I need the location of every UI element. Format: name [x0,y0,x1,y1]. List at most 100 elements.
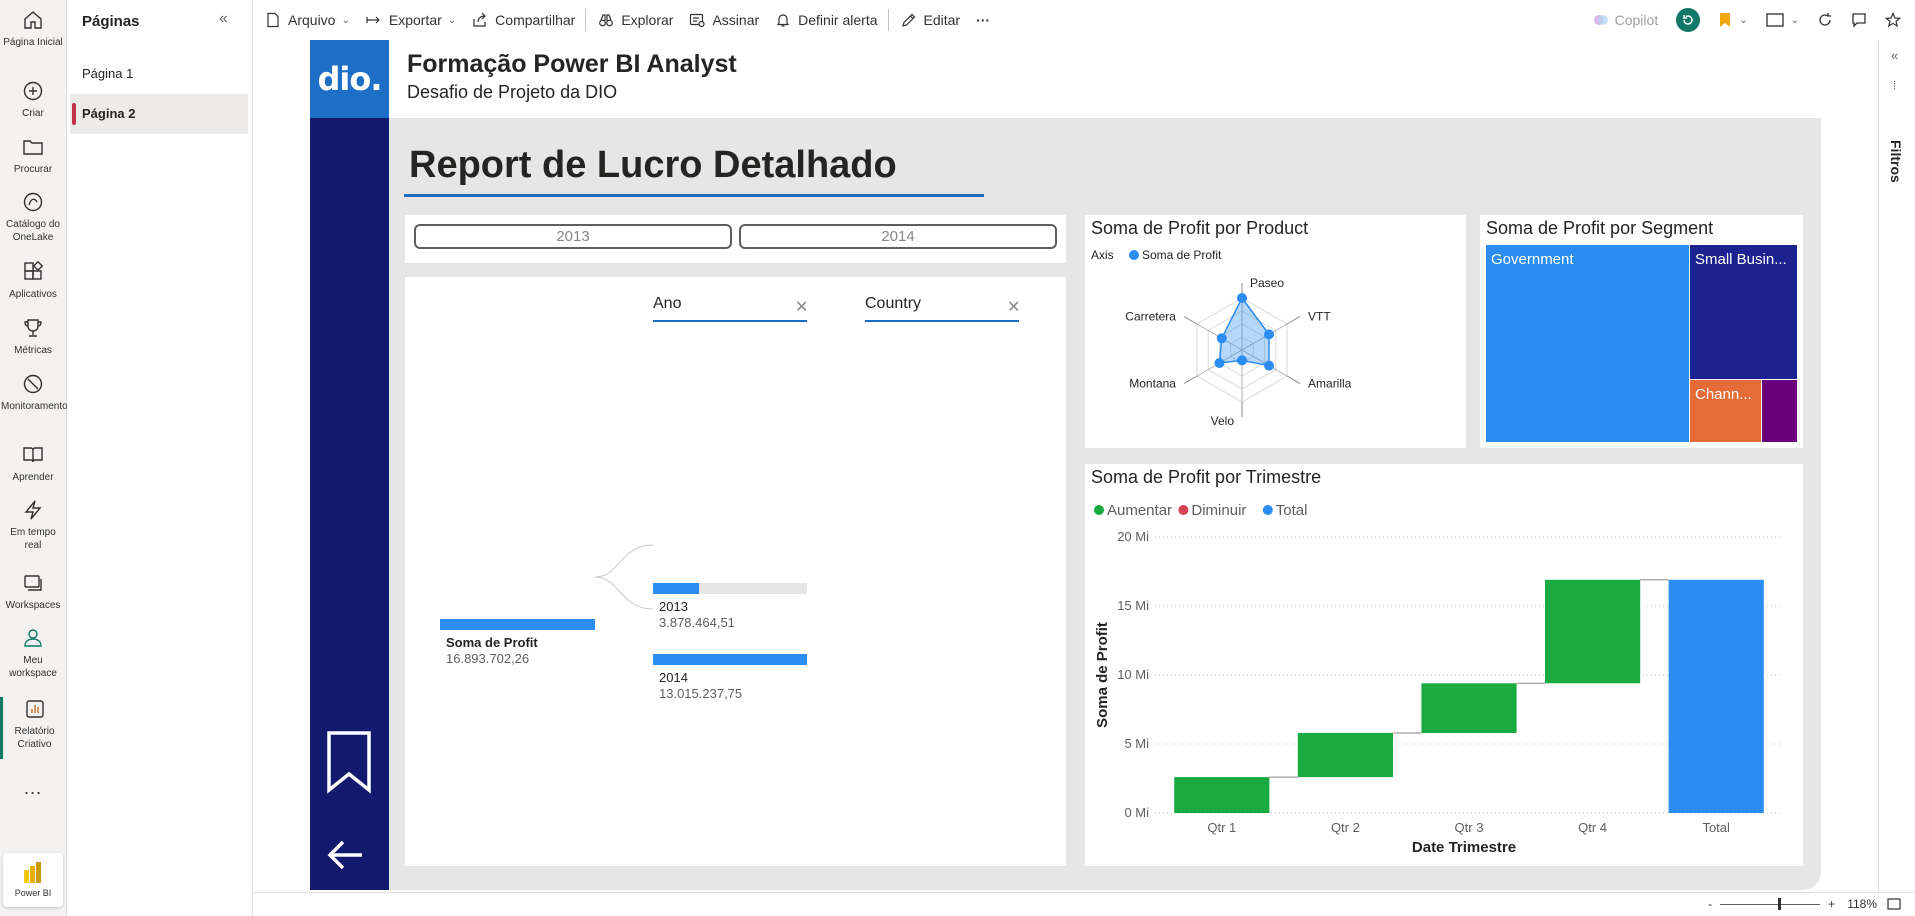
waterfall-ytick-0: 0 Mi [1124,805,1149,820]
copilot-label: Copilot [1614,12,1659,28]
favorite-button[interactable] [1885,12,1901,28]
file-icon [267,12,279,28]
view-menu[interactable]: ⌄ [1765,13,1799,27]
slicer-option-2014[interactable]: 2014 [739,224,1057,249]
book-icon [23,447,43,463]
fit-page-icon[interactable] [1887,898,1901,910]
dio-logo: dio. [310,40,389,118]
radar-chart[interactable]: Axis Soma de Profit Paseo VTT Amarilla Velo Mo… [1085,215,1466,448]
assinar-button[interactable]: Assinar [685,5,763,35]
radar-axis-label-0: Paseo [1250,276,1284,290]
page-item-1[interactable]: Página 1 [70,54,248,94]
toolbar-divider [887,9,889,31]
nav-procurar-label: Procurar [13,164,53,175]
view-icon [1765,13,1784,27]
nav-more-button[interactable]: ... [0,778,66,799]
plus-circle-icon [23,81,43,101]
treemap-government-label: Government [1491,251,1574,268]
nav-relatorio-criativo[interactable]: Relatório Criativo [0,697,66,759]
nav-metricas[interactable]: Métricas [0,316,66,357]
page-item-2[interactable]: Página 2 [70,94,248,134]
waterfall-legend-marker-1 [1178,505,1189,515]
more-options-button[interactable]: ··· [972,5,994,35]
node-2013-bar[interactable] [653,583,699,594]
definir-alerta-button[interactable]: Definir alerta [771,5,881,35]
refresh-button[interactable] [1817,12,1833,28]
slicer-option-2013[interactable]: 2013 [414,224,732,249]
subscribe-icon [690,13,706,28]
nav-tempo-real[interactable]: Em tempo real [0,498,66,552]
back-arrow-icon[interactable] [326,838,366,872]
treemap-small-business[interactable]: Small Busin... [1690,245,1797,379]
folder-icon [23,140,43,155]
toolbar: Arquivo ⌄ Exportar ⌄ Compartilhar Explorar… [253,0,1915,40]
bell-icon [777,14,790,27]
copilot-button[interactable]: Copilot [1593,12,1659,28]
zoom-in-button[interactable]: + [1828,897,1835,911]
nav-home-label: Página Inicial [3,37,63,48]
zoom-slider[interactable] [1720,897,1821,910]
bookmark-menu[interactable]: ⌄ [1718,12,1748,28]
apps-icon [24,260,44,280]
bookmark-icon[interactable] [326,730,372,794]
onelake-icon [23,192,43,212]
treemap-channel-label: Chann... [1695,386,1752,403]
lightning-icon [24,500,42,520]
explorar-button[interactable]: Explorar [594,5,677,35]
root-value: 16.893.702,26 [446,651,530,666]
nav-home[interactable]: Página Inicial [0,8,66,49]
treemap-card: Soma de Profit por Segment Government Sm… [1480,215,1803,448]
radar-axis-label-3: Velo [1211,414,1235,428]
node-2013-value: 3.878.464,51 [659,615,735,630]
nav-monitoramento[interactable]: Monitoramento [0,372,68,413]
report-page: dio. Formação Power BI Analyst Desafio d… [310,40,1821,890]
waterfall-xtick-1: Qtr 2 [1331,820,1360,835]
expand-filters-icon[interactable]: « [1891,48,1898,63]
nav-procurar[interactable]: Procurar [0,135,66,176]
nav-aprender[interactable]: Aprender [0,443,66,484]
share-icon [473,12,487,27]
nav-meu-workspace[interactable]: Meu workspace [0,626,66,680]
radar-axis-label-2: Amarilla [1308,377,1352,391]
status-bar: - + 118% [253,892,1915,916]
bookmark-icon [1720,13,1731,27]
editar-button[interactable]: Editar [897,5,965,35]
compartilhar-button[interactable]: Compartilhar [468,5,579,35]
exportar-menu[interactable]: Exportar ⌄ [362,5,460,35]
reset-icon [1676,8,1701,32]
nav-onelake[interactable]: Catálogo do OneLake [0,190,66,244]
comments-button[interactable] [1851,12,1867,28]
tree-connectors [594,544,654,610]
editar-label: Editar [923,12,961,28]
nav-aplicativos[interactable]: Aplicativos [0,260,66,301]
reset-button[interactable] [1676,8,1701,32]
waterfall-legend-label-2: Total [1276,502,1308,519]
treemap-channel[interactable]: Chann... [1690,380,1761,442]
zoom-out-button[interactable]: - [1708,897,1712,911]
header-subtitle: Desafio de Projeto da DIO [407,82,618,102]
radar-point-4 [1214,358,1225,368]
left-navigation: Página Inicial Criar Procurar Catálogo d… [0,0,68,916]
nav-criar[interactable]: Criar [0,79,66,120]
refresh-icon [1819,13,1831,26]
filters-pane[interactable]: « ⁞ Filtros [1878,40,1915,892]
waterfall-chart[interactable]: Aumentar Diminuir Total 0 Mi 5 Mi 10 Mi 15 Mi 2… [1085,464,1803,866]
treemap-title: Soma de Profit por Segment [1486,218,1714,238]
power-bi-logo[interactable]: Power BI [3,853,63,907]
treemap-other[interactable] [1762,380,1797,442]
explorar-label: Explorar [621,12,674,28]
root-bar[interactable] [440,619,595,630]
radar-legend-marker [1129,250,1139,260]
dio-logo-text: dio. [317,60,382,98]
node-2014-bar[interactable] [653,654,807,665]
zoom-control: - + 118% [1708,897,1901,911]
zoom-slider-thumb[interactable] [1778,897,1782,910]
treemap-government[interactable]: Government [1486,245,1689,442]
nav-workspaces[interactable]: Workspaces [0,571,66,612]
collapse-pages-icon[interactable]: « [219,10,228,28]
chevron-down-icon: ⌄ [1790,14,1799,26]
waterfall-xtick-2: Qtr 3 [1455,820,1484,835]
pages-pane: Páginas « Página 1 Página 2 [67,0,253,916]
arquivo-menu[interactable]: Arquivo ⌄ [261,5,354,35]
title-underline [404,194,984,197]
